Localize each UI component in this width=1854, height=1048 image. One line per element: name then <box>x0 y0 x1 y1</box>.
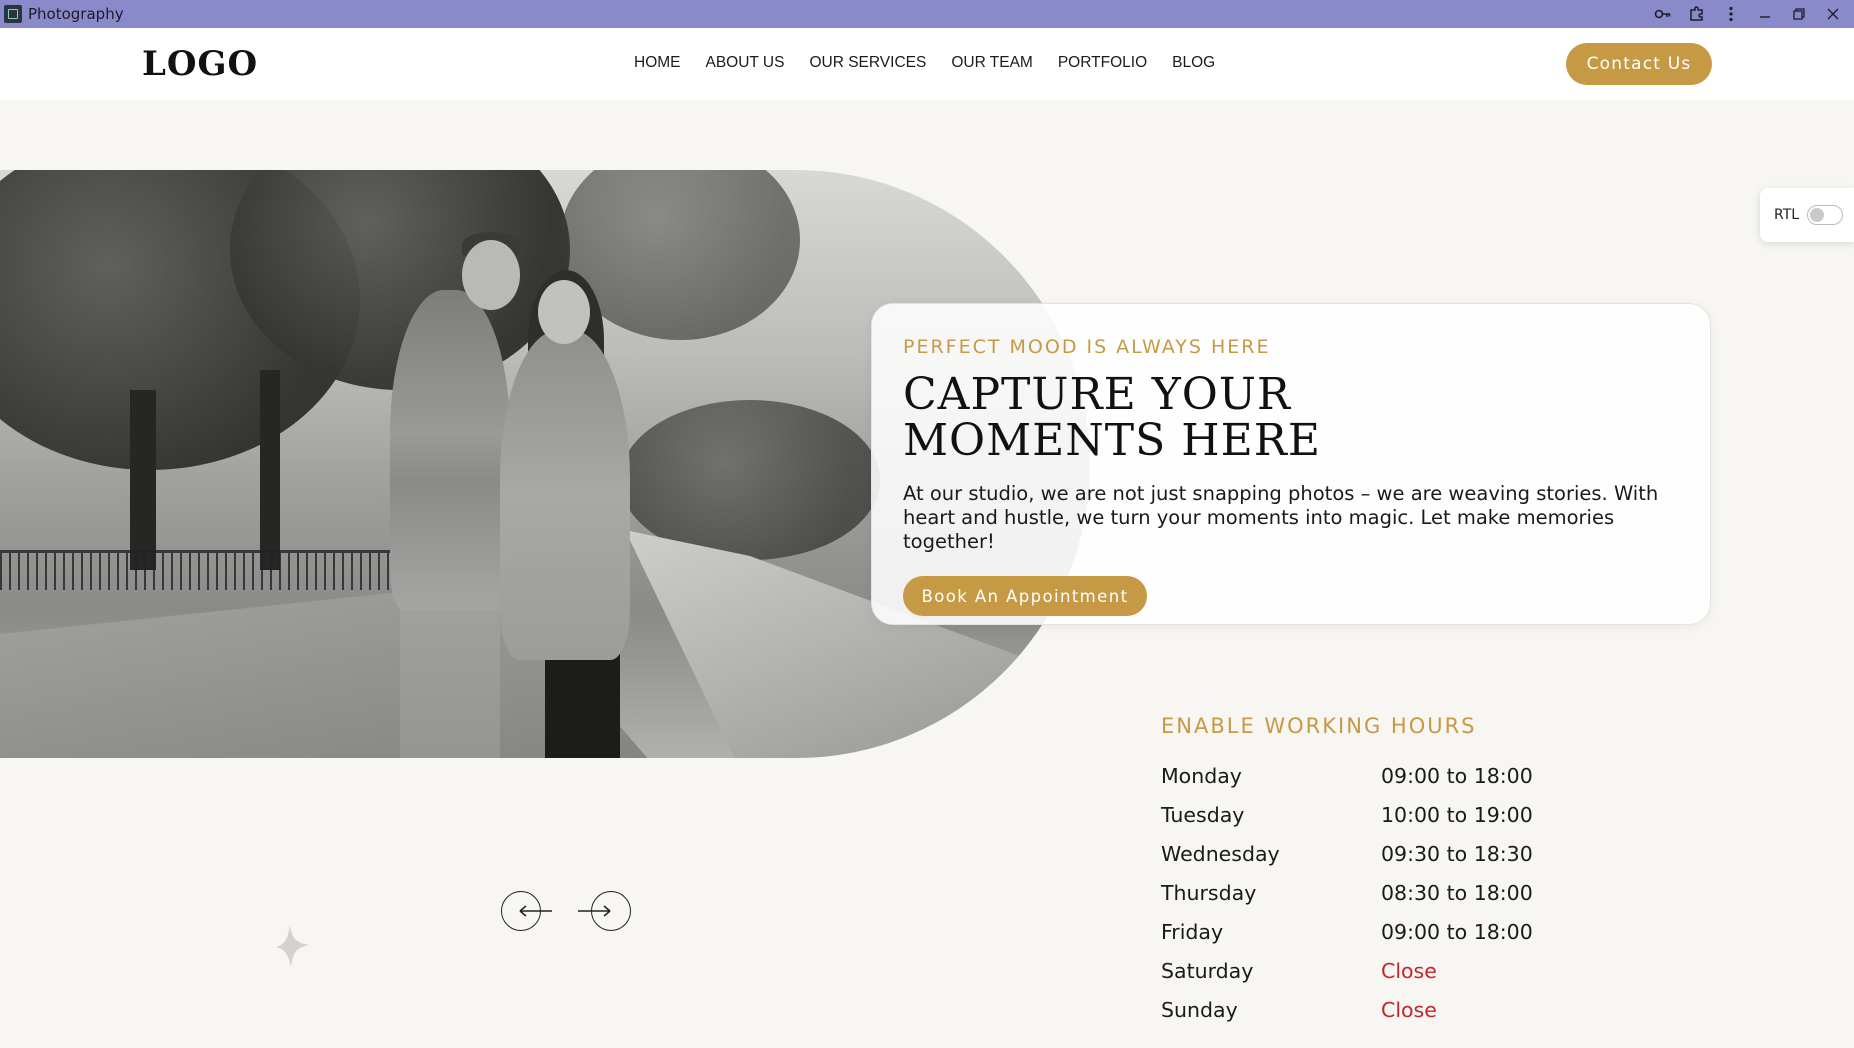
restore-icon[interactable] <box>1786 3 1812 25</box>
minimize-icon[interactable] <box>1752 3 1778 25</box>
window-titlebar: Photography <box>0 0 1854 28</box>
nav-home[interactable]: HOME <box>634 54 681 72</box>
hero-card: PERFECT MOOD IS ALWAYS HERE CAPTURE YOUR… <box>871 303 1711 625</box>
book-appointment-button[interactable]: Book An Appointment <box>903 576 1147 616</box>
hours-time: 10:00 to 19:00 <box>1381 802 1533 827</box>
window-controls <box>1650 0 1846 28</box>
sparkle-icon <box>276 925 310 967</box>
hero-eyebrow: PERFECT MOOD IS ALWAYS HERE <box>903 336 1271 358</box>
hours-day: Tuesday <box>1161 802 1245 827</box>
man-legs <box>400 590 500 758</box>
rtl-label: RTL <box>1774 207 1800 223</box>
extensions-icon[interactable] <box>1684 3 1710 25</box>
hours-time: 09:00 to 18:00 <box>1381 763 1533 788</box>
rtl-toggle[interactable] <box>1807 205 1844 225</box>
tree-trunk <box>260 370 280 570</box>
hours-day: Monday <box>1161 763 1242 788</box>
slider-prev-button[interactable] <box>501 891 552 931</box>
man-head <box>462 240 520 310</box>
nav-blog[interactable]: BLOG <box>1172 54 1215 72</box>
hours-row: Wednesday 09:30 to 18:30 <box>1161 834 1601 873</box>
app-icon <box>4 5 22 23</box>
hours-day: Friday <box>1161 919 1224 944</box>
hours-day: Saturday <box>1161 958 1254 983</box>
slider-next-button[interactable] <box>578 891 631 931</box>
working-hours-title: ENABLE WORKING HOURS <box>1161 714 1477 738</box>
more-vertical-icon[interactable] <box>1718 3 1744 25</box>
hours-time-closed: Close <box>1381 958 1437 983</box>
key-icon[interactable] <box>1650 3 1676 25</box>
hours-row: Sunday Close <box>1161 990 1601 1029</box>
contact-us-button[interactable]: Contact Us <box>1566 43 1712 85</box>
iron-fence <box>0 550 430 590</box>
hours-row: Thursday 08:30 to 18:00 <box>1161 873 1601 912</box>
arrow-right-icon <box>578 905 611 917</box>
working-hours: ENABLE WORKING HOURS Monday 09:00 to 18:… <box>1161 714 1601 1029</box>
window-title: Photography <box>28 5 124 23</box>
tree-shape <box>620 400 880 560</box>
hours-time-closed: Close <box>1381 997 1437 1022</box>
nav-portfolio[interactable]: PORTFOLIO <box>1058 54 1147 72</box>
tree-trunk <box>130 390 156 570</box>
rtl-panel: RTL <box>1760 188 1854 242</box>
rtl-toggle-knob <box>1810 208 1825 222</box>
hero-title-line-1: CAPTURE YOUR <box>903 369 1292 420</box>
woman-head <box>538 280 590 344</box>
arrow-left-icon <box>519 905 552 917</box>
logo[interactable]: LOGO <box>142 44 258 84</box>
hours-time: 09:30 to 18:30 <box>1381 841 1533 866</box>
hours-day: Thursday <box>1161 880 1257 905</box>
main-nav: HOME ABOUT US OUR SERVICES OUR TEAM PORT… <box>634 54 1215 72</box>
hours-row: Saturday Close <box>1161 951 1601 990</box>
hours-row: Tuesday 10:00 to 19:00 <box>1161 795 1601 834</box>
man-figure <box>390 290 510 610</box>
site-header: LOGO HOME ABOUT US OUR SERVICES OUR TEAM… <box>0 28 1854 100</box>
nav-our-team[interactable]: OUR TEAM <box>951 54 1033 72</box>
hours-time: 08:30 to 18:00 <box>1381 880 1533 905</box>
nav-our-services[interactable]: OUR SERVICES <box>809 54 926 72</box>
hero-title: CAPTURE YOUR MOMENTS HERE <box>903 372 1680 464</box>
hours-time: 09:00 to 18:00 <box>1381 919 1533 944</box>
nav-about-us[interactable]: ABOUT US <box>706 54 785 72</box>
hero-description: At our studio, we are not just snapping … <box>903 482 1659 553</box>
hours-day: Sunday <box>1161 997 1238 1022</box>
hours-day: Wednesday <box>1161 841 1280 866</box>
close-icon[interactable] <box>1820 3 1846 25</box>
hero-title-line-2: MOMENTS HERE <box>903 415 1322 466</box>
woman-figure <box>500 330 630 660</box>
hours-row: Friday 09:00 to 18:00 <box>1161 912 1601 951</box>
hours-row: Monday 09:00 to 18:00 <box>1161 756 1601 795</box>
